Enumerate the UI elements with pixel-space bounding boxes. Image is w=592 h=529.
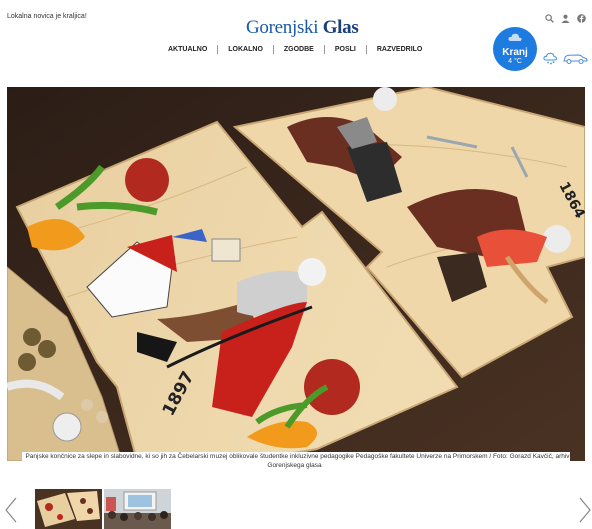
gallery-main-image[interactable]: 1897 1864 [7,87,585,461]
nav-item-posli[interactable]: POSLI [325,45,367,54]
gallery-thumbnail[interactable] [104,489,171,529]
site-tagline: Lokalna novica je kraljica! [7,13,87,20]
gallery-next-arrow[interactable] [578,497,592,523]
weather-extras [543,52,588,70]
gallery-thumbnail[interactable] [35,489,102,529]
site-logo[interactable]: Gorenjski Glas [246,17,359,39]
weather-temperature: 4 °C [508,58,522,65]
image-caption: Panjske končnice za slepe in slabovidne,… [7,452,585,470]
snow-cloud-icon[interactable] [543,52,558,70]
car-icon[interactable] [562,52,588,70]
nav-item-lokalno[interactable]: LOKALNO [218,45,274,54]
thumbnail-image-panels [35,489,102,529]
gallery-prev-arrow[interactable] [4,497,18,523]
weather-city: Kranj [502,47,528,58]
image-caption-text: Panjske končnice za slepe in slabovidne,… [22,452,570,470]
user-icon[interactable] [561,10,570,28]
nav-item-aktualno[interactable]: AKTUALNO [158,45,219,54]
chevron-right-icon [579,497,591,523]
logo-text-glas: Glas [322,17,359,38]
main-nav: AKTUALNO LOKALNO ZGODBE POSLI RAZVEDRILO [158,45,432,54]
logo-text-gorenjski: Gorenjski [246,17,319,38]
nav-item-zgodbe[interactable]: ZGODBE [274,45,325,54]
chevron-left-icon [5,497,17,523]
search-icon[interactable] [545,10,554,28]
facebook-icon[interactable] [577,10,586,28]
cloud-icon [508,33,522,41]
beehive-panels-photo: 1897 1864 [7,87,585,461]
header-icons [545,10,586,28]
thumbnail-image-event [104,489,171,529]
weather-widget[interactable]: Kranj 4 °C [493,27,537,71]
nav-item-razvedrilo[interactable]: RAZVEDRILO [367,45,433,54]
